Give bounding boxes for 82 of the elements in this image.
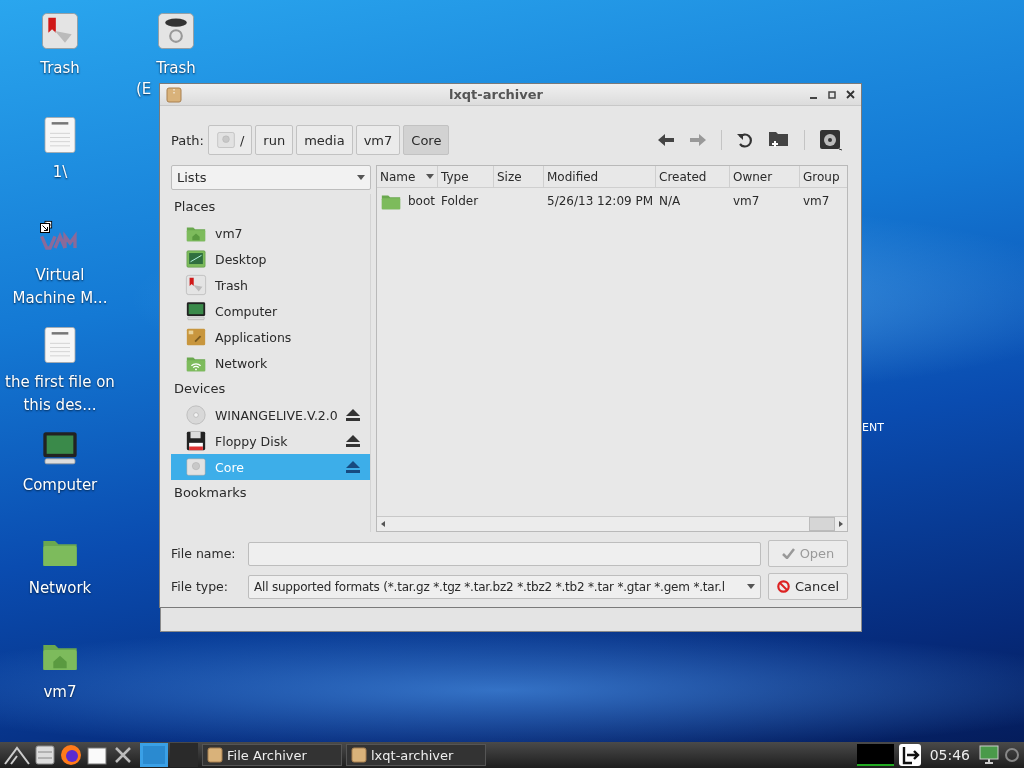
sidebar-item[interactable]: WINANGELIVE.V.2.0 (171, 402, 370, 428)
archive-app-icon (166, 86, 182, 103)
eject-icon[interactable] (346, 409, 360, 421)
cancel-button[interactable]: Cancel (768, 573, 848, 600)
column-header[interactable]: Group (800, 166, 847, 187)
new-folder-icon[interactable] (768, 130, 790, 150)
app-menu-icon[interactable] (4, 745, 30, 765)
column-header[interactable]: Modified (544, 166, 656, 187)
path-button[interactable]: Core (403, 125, 450, 155)
disk-view-icon[interactable] (819, 129, 843, 151)
table-cell: vm7 (803, 194, 830, 208)
sidebar-item[interactable]: Floppy Disk (171, 428, 370, 454)
sidebar-item[interactable]: Desktop (171, 246, 370, 272)
reload-icon[interactable] (736, 131, 754, 149)
maximize-icon[interactable] (828, 90, 836, 99)
section-heading: Devices (173, 380, 227, 398)
icon-label[interactable]: the first file on this des... (4, 371, 116, 417)
sidebar-item[interactable]: Network (171, 350, 370, 376)
cancel-icon (776, 580, 790, 593)
table-cell: boot (408, 194, 435, 208)
archive-app-icon (351, 747, 367, 763)
check-icon (781, 548, 795, 559)
sidebar-item[interactable]: Applications (171, 324, 370, 350)
trash-bin-icon (156, 11, 196, 51)
section-heading: Bookmarks (173, 484, 248, 502)
logout-icon[interactable] (897, 743, 922, 767)
icon-label: (E (136, 79, 152, 100)
file-name-field[interactable] (248, 541, 761, 566)
icon-label[interactable]: vm7 (4, 681, 116, 704)
file-type-dropdown[interactable]: All supported formats (*.tar.gz *.tgz *.tar.bz2 *.tbz2 *.tb2 *.tar *.gtar *.gem *.tar.l (248, 574, 761, 599)
path-label: Path: (171, 132, 204, 148)
column-header[interactable]: Type (438, 166, 494, 187)
file-type-label: File type: (171, 579, 230, 594)
cpu-monitor (856, 744, 894, 766)
path-button[interactable]: / (207, 125, 253, 155)
column-header[interactable]: Owner (730, 166, 800, 187)
clock[interactable]: 05:46 (925, 747, 974, 763)
window-title: lxqt-archiver (447, 87, 545, 102)
trash-icon (40, 11, 80, 51)
horizontal-scrollbar[interactable] (377, 516, 847, 531)
task-button[interactable]: lxqt-archiver (346, 744, 486, 766)
network-monitor-icon[interactable] (978, 745, 1000, 765)
trash-icon (185, 274, 207, 296)
column-header[interactable]: Created (656, 166, 730, 187)
dropdown-caret-icon (747, 584, 755, 589)
computer-icon (185, 300, 207, 322)
archive-app-icon (207, 747, 223, 763)
icon-label[interactable]: Network (4, 577, 116, 600)
column-header[interactable]: Name (377, 166, 438, 187)
drive-icon (215, 130, 236, 150)
desktop-icon (185, 248, 207, 270)
wallpaper-text: ENT (862, 421, 884, 434)
table-cell: N/A (659, 194, 681, 208)
icon-label[interactable]: Virtual Machine M... (4, 264, 116, 310)
eject-icon[interactable] (346, 435, 360, 447)
path-button[interactable]: media (296, 125, 353, 155)
scrollbar-thumb[interactable] (809, 517, 835, 531)
applications-icon (185, 326, 207, 348)
close-icon[interactable] (846, 90, 855, 99)
sidebar-item[interactable]: vm7 (171, 220, 370, 246)
back-arrow-icon[interactable] (657, 133, 675, 147)
dropdown-caret-icon (357, 175, 365, 180)
window-icon[interactable] (86, 744, 108, 766)
table-cell: vm7 (733, 194, 760, 208)
table-cell: 5/26/13 12:09 PM (547, 194, 654, 208)
icon-label[interactable]: Computer (4, 474, 116, 497)
optical-disc-icon (185, 404, 207, 426)
drive-icon (185, 456, 207, 478)
task-button[interactable]: File Archiver (202, 744, 342, 766)
web-browser-icon[interactable] (60, 744, 82, 766)
table-cell: Folder (441, 194, 479, 208)
column-header[interactable]: Size (494, 166, 544, 187)
path-button[interactable]: run (255, 125, 294, 155)
section-heading: Places (173, 198, 217, 216)
file-name-label: File name: (171, 546, 237, 561)
sort-caret-icon (426, 174, 434, 179)
file-cabinet-icon[interactable] (34, 744, 56, 766)
icon-label[interactable]: 1\ (4, 161, 116, 184)
path-button[interactable]: vm7 (355, 125, 401, 155)
sidebar-item[interactable]: Computer (171, 298, 370, 324)
view-dropdown[interactable]: Lists (171, 165, 371, 190)
sidebar-item[interactable]: Trash (171, 272, 370, 298)
